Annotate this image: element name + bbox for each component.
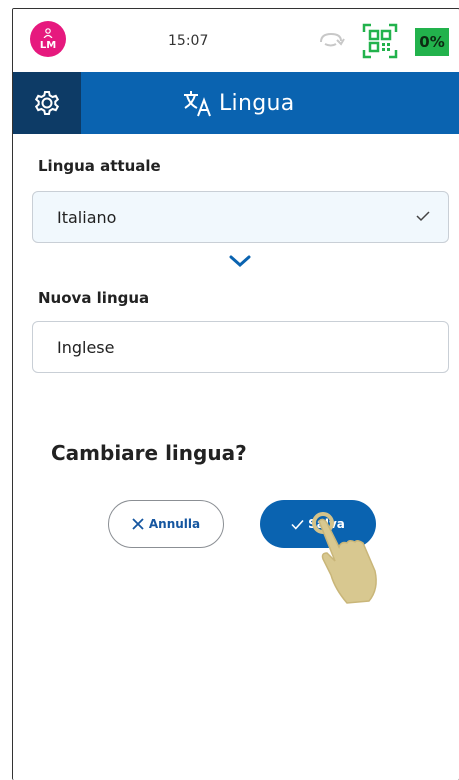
confirm-question: Cambiare lingua? [51, 441, 247, 465]
user-icon [43, 28, 53, 40]
close-icon [132, 518, 144, 530]
chevron-down-icon [229, 255, 251, 268]
avatar-initials: LM [39, 40, 57, 51]
new-language-value: Inglese [57, 337, 115, 357]
translate-icon [184, 91, 211, 117]
new-language-field[interactable]: Inglese [32, 321, 449, 373]
new-language-label: Nuova lingua [38, 289, 150, 307]
check-icon [416, 211, 430, 222]
sync-icon [320, 32, 345, 47]
page-title: Lingua [219, 90, 295, 116]
hand-pointer-icon [312, 512, 377, 604]
current-language-label: Lingua attuale [38, 157, 161, 175]
cancel-button-label: Annulla [148, 517, 201, 531]
app-header: Lingua [13, 72, 459, 134]
qr-code-icon[interactable] [362, 23, 398, 59]
settings-button[interactable] [13, 72, 81, 134]
current-language-field: Italiano [32, 191, 449, 243]
clock-time: 15:07 [168, 33, 209, 49]
cancel-button[interactable]: Annulla [108, 500, 224, 548]
header-title-group: Lingua [181, 72, 295, 134]
device-screen: LM 15:07 0% Lingua Lingua attuale Italia… [12, 8, 459, 780]
user-avatar[interactable]: LM [30, 21, 66, 57]
gear-icon [34, 91, 60, 115]
battery-indicator: 0% [415, 28, 449, 56]
status-bar: LM 15:07 0% [13, 9, 459, 72]
current-language-value: Italiano [57, 207, 117, 227]
check-icon [291, 519, 304, 530]
